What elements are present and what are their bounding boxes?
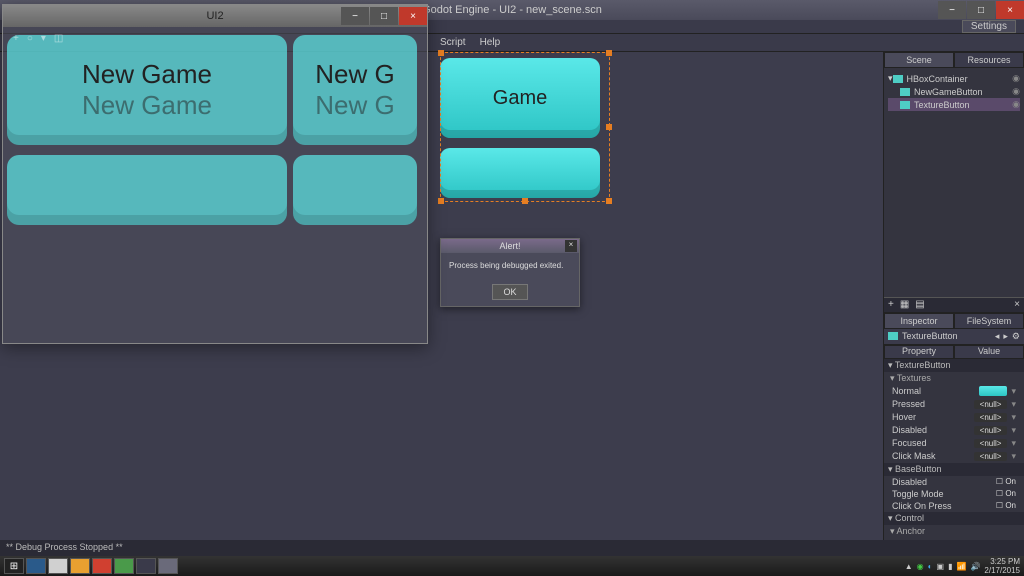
preview-titlebar[interactable]: UI2 − □ × (3, 5, 427, 27)
game-preview-window[interactable]: UI2 − □ × + ○ ▾ ◫ New Game New Game New … (2, 4, 428, 344)
selection-handle[interactable] (606, 198, 612, 204)
prop-disabled[interactable]: Disabled<null>▾ (884, 424, 1024, 437)
tab-filesystem[interactable]: FileSystem (954, 313, 1024, 329)
tray-icon[interactable]: ▣ (937, 562, 945, 571)
alert-dialog: Alert! × Process being debugged exited. … (440, 238, 580, 307)
tree-node-root[interactable]: ▾ HBoxContainer◉ (888, 72, 1020, 85)
app-title: Godot Engine - UI2 - new_scene.scn (422, 4, 602, 16)
section: ▾ Textures (884, 372, 1024, 385)
tray-icon[interactable]: ◐ (928, 562, 933, 571)
alert-ok-button[interactable]: OK (492, 284, 527, 300)
property-list[interactable]: ▾ TextureButton ▾ Textures Normal▾ Press… (884, 359, 1024, 541)
taskbar-app[interactable] (114, 558, 134, 574)
taskbar-app[interactable] (92, 558, 112, 574)
history-fwd-icon[interactable]: ▸ (1003, 331, 1008, 342)
selection-handle[interactable] (438, 50, 444, 56)
tree-node-child[interactable]: NewGameButton◉ (888, 85, 1020, 98)
preview-close-button[interactable]: × (399, 7, 427, 25)
menu-help[interactable]: Help (480, 37, 501, 48)
preview-minimize-button[interactable]: − (341, 7, 369, 25)
tray-icon[interactable]: 📶 (956, 562, 966, 571)
windows-taskbar[interactable]: ⊞ ▲ ◉ ◐ ▣ ▮ 📶 🔊 3:25 PM2/17/2015 (0, 556, 1024, 576)
texture-thumb[interactable] (979, 386, 1007, 396)
visibility-icon[interactable]: ◉ (1012, 86, 1020, 97)
tray-icon[interactable]: ▲ (905, 562, 913, 571)
down-icon: ▾ (41, 33, 46, 44)
tool-icon: ◫ (54, 33, 63, 44)
maximize-button[interactable]: □ (967, 1, 995, 19)
preview-button-card[interactable]: New G New G (293, 35, 417, 145)
close-icon[interactable]: × (1014, 299, 1020, 310)
button-icon (900, 88, 910, 96)
file-icon[interactable]: ▦ (900, 299, 909, 310)
tray-icon[interactable]: ◉ (917, 562, 924, 571)
selection-handle[interactable] (606, 124, 612, 130)
preview-button-blank[interactable] (293, 155, 417, 225)
preview-button-card[interactable]: New Game New Game (7, 35, 287, 145)
preview-title: UI2 (206, 10, 223, 22)
selection-handle[interactable] (438, 198, 444, 204)
status-bar: ** Debug Process Stopped ** (0, 540, 1024, 556)
start-button[interactable]: ⊞ (4, 558, 24, 574)
taskbar-app[interactable] (70, 558, 90, 574)
selection-handle[interactable] (522, 198, 528, 204)
category: ▾ Control (884, 512, 1024, 525)
tray-icon[interactable]: ▮ (948, 562, 952, 571)
preview-toolbar-ghost: + ○ ▾ ◫ (13, 33, 63, 44)
right-panel: Scene Resources ▾ HBoxContainer◉ NewGame… (884, 52, 1024, 540)
prop-disabled2[interactable]: Disabled☐ On (884, 476, 1024, 488)
inspector-toolbar: + ▦ ▤ × (884, 297, 1024, 313)
tree-node-selected[interactable]: TextureButton◉ (888, 98, 1020, 111)
col-value: Value (954, 345, 1024, 359)
preview-maximize-button[interactable]: □ (370, 7, 398, 25)
tray-icon[interactable]: 🔊 (970, 562, 980, 571)
alert-close-button[interactable]: × (565, 240, 577, 252)
gear-icon[interactable]: ⚙ (1012, 331, 1020, 342)
close-button[interactable]: × (996, 1, 1024, 19)
tab-resources[interactable]: Resources (954, 52, 1024, 68)
preview-button-blank[interactable] (7, 155, 287, 225)
alert-titlebar[interactable]: Alert! × (441, 239, 579, 253)
save-icon[interactable]: ▤ (915, 299, 924, 310)
inspector-object: TextureButton ◂▸⚙ (884, 329, 1024, 345)
plus-icon: + (13, 33, 19, 44)
add-icon[interactable]: + (888, 299, 894, 310)
button-icon (888, 332, 898, 340)
circle-icon: ○ (27, 33, 33, 44)
visibility-icon[interactable]: ◉ (1012, 99, 1020, 110)
selection-handle[interactable] (606, 50, 612, 56)
button-icon (900, 101, 910, 109)
prop-normal[interactable]: Normal▾ (884, 385, 1024, 398)
tab-inspector[interactable]: Inspector (884, 313, 954, 329)
prop-pressed[interactable]: Pressed<null>▾ (884, 398, 1024, 411)
container-icon (893, 75, 903, 83)
menu-script[interactable]: Script (440, 37, 466, 48)
category: ▾ BaseButton (884, 463, 1024, 476)
alert-message: Process being debugged exited. (441, 253, 579, 278)
selection-outline (440, 52, 610, 202)
tab-scene[interactable]: Scene (884, 52, 954, 68)
settings-button[interactable]: Settings (962, 20, 1016, 33)
prop-toggle[interactable]: Toggle Mode☐ On (884, 488, 1024, 500)
taskbar-app[interactable] (158, 558, 178, 574)
history-back-icon[interactable]: ◂ (995, 331, 1000, 342)
prop-hover[interactable]: Hover<null>▾ (884, 411, 1024, 424)
taskbar-app[interactable] (26, 558, 46, 574)
prop-clickmask[interactable]: Click Mask<null>▾ (884, 450, 1024, 463)
system-tray[interactable]: ▲ ◉ ◐ ▣ ▮ 📶 🔊 3:25 PM2/17/2015 (905, 557, 1020, 575)
minimize-button[interactable]: − (938, 1, 966, 19)
prop-clickpress[interactable]: Click On Press☐ On (884, 500, 1024, 512)
clock[interactable]: 3:25 PM2/17/2015 (984, 557, 1020, 575)
scene-tree[interactable]: ▾ HBoxContainer◉ NewGameButton◉ TextureB… (884, 68, 1024, 115)
taskbar-app[interactable] (136, 558, 156, 574)
taskbar-app[interactable] (48, 558, 68, 574)
prop-focused[interactable]: Focused<null>▾ (884, 437, 1024, 450)
section: ▾ Anchor (884, 525, 1024, 538)
col-property: Property (884, 345, 954, 359)
category: ▾ TextureButton (884, 359, 1024, 372)
visibility-icon[interactable]: ◉ (1012, 73, 1020, 84)
